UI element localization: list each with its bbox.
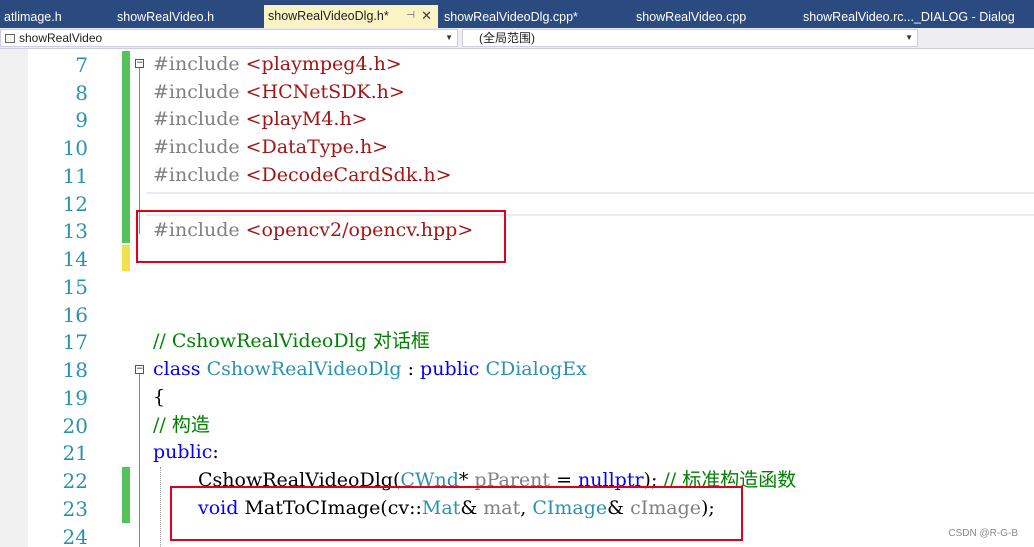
code-line-17: // CshowRealVideoDlg 对话框 (153, 327, 430, 355)
project-combo[interactable]: showRealVideo ▼ (0, 29, 458, 47)
collapse-icon[interactable]: − (135, 59, 144, 68)
change-marker-unsaved (122, 245, 130, 271)
tab-showrealvideo-cpp[interactable]: showRealVideo.cpp (632, 6, 797, 28)
dropdown-arrow-icon[interactable]: ▼ (905, 30, 913, 46)
include-file: <DataType.h> (245, 136, 389, 158)
tab-label: showRealVideo.cpp (636, 10, 747, 24)
editor-margin (0, 49, 28, 547)
line-number: 15 (62, 275, 88, 299)
navigation-bar: showRealVideo ▼ (全局范围) ▼ (0, 28, 1034, 49)
collapse-icon[interactable]: − (135, 365, 144, 374)
line-number: 18 (62, 358, 88, 382)
highlight-box-mattocimage (170, 486, 743, 541)
base-class-name: CDialogEx (485, 358, 587, 380)
code-line-18: class CshowRealVideoDlg : public CDialog… (153, 355, 587, 383)
line-number: 10 (62, 136, 88, 160)
project-combo-value: showRealVideo (19, 31, 103, 45)
preprocessor: #include (153, 136, 246, 158)
keyword: public (153, 441, 213, 463)
line-number: 23 (62, 497, 88, 521)
change-marker-saved (122, 467, 130, 523)
tab-label: showRealVideo.h (117, 10, 215, 24)
line-number: 22 (62, 469, 88, 493)
tab-showrealvideo-h[interactable]: showRealVideo.h (113, 6, 262, 28)
code-line-11: #include <DecodeCardSdk.h> (153, 161, 452, 189)
code-line-19: { (153, 383, 165, 411)
change-marker-saved (122, 51, 130, 243)
line-number: 14 (62, 247, 88, 271)
line-number: 11 (62, 164, 88, 188)
keyword: class (153, 358, 201, 380)
include-file: <DecodeCardSdk.h> (245, 164, 452, 186)
preprocessor: #include (153, 108, 246, 130)
highlight-box-include-opencv (136, 210, 506, 263)
brace: { (153, 386, 166, 408)
line-number: 24 (62, 525, 88, 547)
code-line-7: #include <plaympeg4.h> (153, 50, 402, 78)
code-line-8: #include <HCNetSDK.h> (153, 78, 405, 106)
document-tab-bar: atlimage.h showRealVideo.h showRealVideo… (0, 0, 1034, 28)
scope-combo-value: (全局范围) (479, 31, 535, 45)
tab-showrealvideodlg-cpp[interactable]: showRealVideoDlg.cpp* (440, 6, 630, 28)
preprocessor: #include (153, 81, 246, 103)
line-number: 19 (62, 386, 88, 410)
include-file: <HCNetSDK.h> (245, 81, 405, 103)
indent-guide (160, 467, 161, 547)
comment: // 构造 (153, 414, 210, 436)
punctuation: : (212, 441, 219, 463)
line-number: 21 (62, 441, 88, 465)
code-line-21: public: (153, 438, 219, 466)
code-editor[interactable]: 7 8 9 10 11 12 13 14 15 16 17 18 19 20 2… (0, 49, 1034, 547)
class-name: CshowRealVideoDlg (206, 358, 402, 380)
line-number: 7 (75, 53, 88, 77)
pin-icon[interactable]: ⊣ (406, 5, 415, 27)
punctuation: : (401, 358, 421, 380)
line-number: 16 (62, 303, 88, 327)
code-line-20: // 构造 (153, 411, 210, 439)
project-icon (5, 34, 15, 43)
tab-showrealvideodlg-h[interactable]: showRealVideoDlg.h* ⊣ ✕ (264, 5, 438, 28)
include-file: <plaympeg4.h> (245, 53, 402, 75)
scope-combo[interactable]: (全局范围) ▼ (462, 29, 918, 47)
include-file: <playM4.h> (245, 108, 368, 130)
tab-label: showRealVideoDlg.cpp* (444, 10, 578, 24)
tab-atlimage-h[interactable]: atlimage.h (0, 6, 112, 28)
watermark: CSDN @R-G-B (948, 528, 1018, 539)
line-number: 12 (62, 192, 88, 216)
tab-label: atlimage.h (4, 10, 62, 24)
preprocessor: #include (153, 53, 246, 75)
line-number: 17 (62, 330, 88, 354)
outline-line (139, 374, 140, 547)
line-number: 13 (62, 219, 88, 243)
close-icon[interactable]: ✕ (421, 5, 432, 27)
keyword: public (420, 358, 480, 380)
tab-label: showRealVideoDlg.h* (268, 9, 389, 23)
code-line-10: #include <DataType.h> (153, 133, 388, 161)
tab-showrealvideo-rc-dialog[interactable]: showRealVideo.rc..._DIALOG - Dialog (799, 6, 1034, 28)
preprocessor: #include (153, 164, 246, 186)
line-number: 9 (75, 108, 88, 132)
dropdown-arrow-icon[interactable]: ▼ (445, 30, 453, 46)
code-line-9: #include <playM4.h> (153, 105, 368, 133)
line-number: 8 (75, 81, 88, 105)
tab-label: showRealVideo.rc..._DIALOG - Dialog (803, 10, 1015, 24)
comment: // CshowRealVideoDlg 对话框 (153, 330, 430, 352)
line-number: 20 (62, 414, 88, 438)
